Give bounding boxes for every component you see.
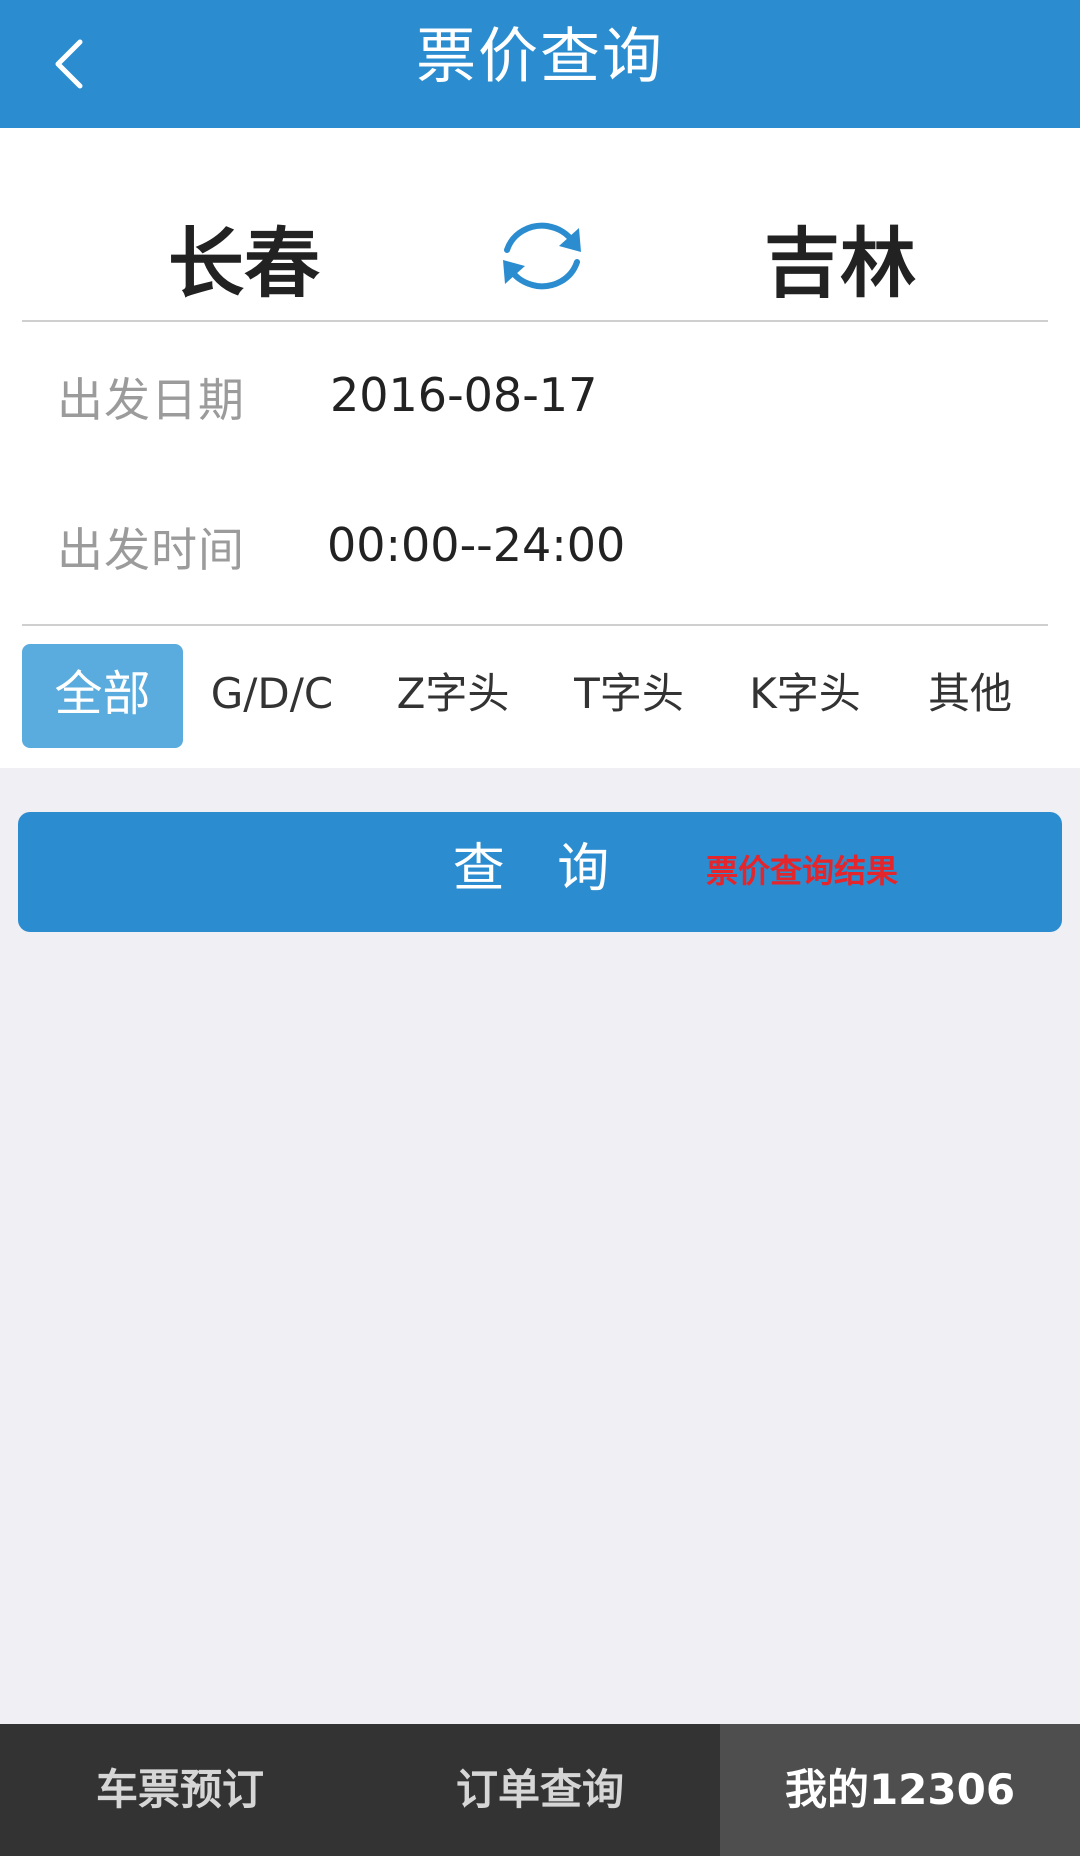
filter-gdc[interactable]: G/D/C (192, 644, 352, 748)
divider (22, 624, 1048, 626)
tab-order-query[interactable]: 订单查询 (360, 1724, 720, 1856)
time-field[interactable]: 00:00--24:00 (327, 518, 625, 572)
date-field[interactable]: 2016-08-17 (330, 368, 597, 422)
from-station[interactable]: 长春 (94, 202, 394, 312)
query-button-label: 查 询 (452, 839, 628, 899)
filter-other[interactable]: 其他 (902, 644, 1038, 748)
swap-arrows-icon (503, 222, 581, 290)
tab-ticket-booking[interactable]: 车票预订 (0, 1724, 360, 1856)
page-title: 票价查询 (416, 22, 664, 92)
tab-my-12306[interactable]: 我的12306 (720, 1724, 1080, 1856)
query-result-hint: 票价查询结果 (706, 852, 899, 890)
to-station[interactable]: 吉林 (690, 202, 990, 312)
date-label: 出发日期 (57, 373, 245, 427)
query-form: 长春 吉林 出发日期 2016-08-17 出发时间 00:00--24:00 … (0, 128, 1080, 768)
filter-k[interactable]: K字头 (720, 644, 890, 748)
filter-z[interactable]: Z字头 (368, 644, 538, 748)
query-button[interactable]: 查 询 票价查询结果 (18, 812, 1062, 932)
filter-all[interactable]: 全部 (22, 644, 183, 748)
filter-t[interactable]: T字头 (544, 644, 714, 748)
train-type-filter: 全部 G/D/C Z字头 T字头 K字头 其他 (22, 644, 1058, 748)
time-label: 出发时间 (57, 523, 245, 577)
swap-stations-button[interactable] (497, 218, 587, 294)
bottom-tab-bar: 车票预订 订单查询 我的12306 (0, 1724, 1080, 1856)
divider (22, 320, 1048, 322)
app-header: 票价查询 (0, 0, 1080, 128)
